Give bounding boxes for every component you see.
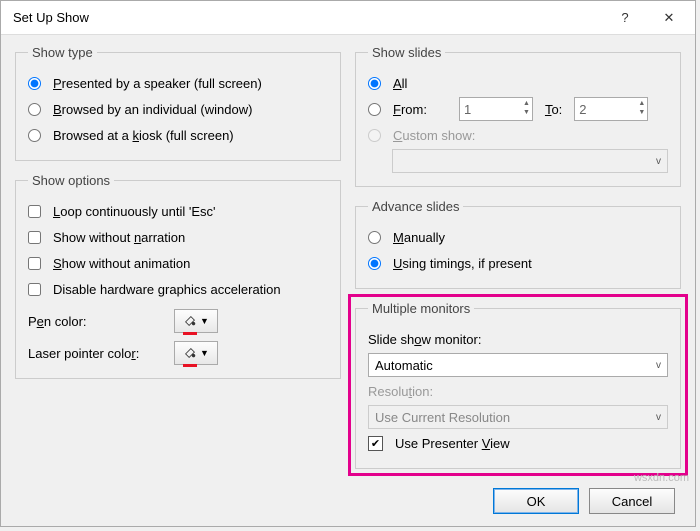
chevron-down-icon: v xyxy=(656,360,661,371)
radio-from-slides[interactable] xyxy=(368,103,381,116)
show-type-legend: Show type xyxy=(28,45,97,60)
show-options-group: Show options Loop continuously until 'Es… xyxy=(15,173,341,379)
titlebar: Set Up Show ? ✕ xyxy=(1,1,695,35)
bucket-icon xyxy=(183,314,197,328)
advance-slides-legend: Advance slides xyxy=(368,199,463,214)
multiple-monitors-legend: Multiple monitors xyxy=(368,301,474,316)
radio-all-slides[interactable] xyxy=(368,77,381,90)
close-icon: ✕ xyxy=(664,10,675,26)
show-options-legend: Show options xyxy=(28,173,114,188)
check-loop[interactable] xyxy=(28,205,41,218)
label-loop: Loop continuously until 'Esc' xyxy=(53,204,216,219)
chevron-down-icon: ▼ xyxy=(200,316,209,326)
show-type-group: Show type Presented by a speaker (full s… xyxy=(15,45,341,161)
spinner-arrows-icon: ▲▼ xyxy=(523,99,530,117)
help-button[interactable]: ? xyxy=(603,3,647,33)
combo-custom-show: v xyxy=(392,149,668,173)
label-laser-color: Laser pointer color: xyxy=(28,346,168,361)
label-slide-show-monitor: Slide show monitor: xyxy=(368,332,481,347)
radio-browsed-kiosk[interactable] xyxy=(28,129,41,142)
label-resolution: Resolution: xyxy=(368,384,433,399)
check-no-animation[interactable] xyxy=(28,257,41,270)
help-icon: ? xyxy=(621,10,628,25)
label-browsed-individual: Browsed by an individual (window) xyxy=(53,102,252,117)
radio-browsed-individual[interactable] xyxy=(28,103,41,116)
chevron-down-icon: ▼ xyxy=(200,348,209,358)
radio-presented-speaker[interactable] xyxy=(28,77,41,90)
chevron-down-icon: v xyxy=(656,156,661,167)
dialog-title: Set Up Show xyxy=(13,10,603,25)
label-to: To: xyxy=(545,102,562,117)
spinner-arrows-icon: ▲▼ xyxy=(638,99,645,117)
spin-to[interactable]: 2▲▼ xyxy=(574,97,648,121)
laser-color-picker[interactable]: ▼ xyxy=(174,341,218,365)
radio-manually[interactable] xyxy=(368,231,381,244)
show-slides-group: Show slides All From: 1▲▼ To: 2▲▼ Custom… xyxy=(355,45,681,187)
check-disable-hw[interactable] xyxy=(28,283,41,296)
label-pen-color: Pen color: xyxy=(28,314,168,329)
label-disable-hw: Disable hardware graphics acceleration xyxy=(53,282,281,297)
multiple-monitors-group: Multiple monitors Slide show monitor: Au… xyxy=(355,301,681,469)
label-using-timings: Using timings, if present xyxy=(393,256,532,271)
radio-using-timings[interactable] xyxy=(368,257,381,270)
ok-button[interactable]: OK xyxy=(493,488,579,514)
combo-slide-show-monitor[interactable]: Automaticv xyxy=(368,353,668,377)
highlight-multiple-monitors: Multiple monitors Slide show monitor: Au… xyxy=(348,294,688,476)
advance-slides-group: Advance slides Manually Using timings, i… xyxy=(355,199,681,289)
radio-custom-show xyxy=(368,129,381,142)
label-no-animation: Show without animation xyxy=(53,256,190,271)
check-presenter-view[interactable]: ✔ xyxy=(368,436,383,451)
combo-resolution: Use Current Resolutionv xyxy=(368,405,668,429)
label-presenter-view: Use Presenter View xyxy=(395,436,510,451)
pen-color-picker[interactable]: ▼ xyxy=(174,309,218,333)
label-from: From: xyxy=(393,102,427,117)
label-no-narration: Show without narration xyxy=(53,230,185,245)
show-slides-legend: Show slides xyxy=(368,45,445,60)
setup-show-dialog: Set Up Show ? ✕ Show type Presented by a… xyxy=(0,0,696,527)
label-manually: Manually xyxy=(393,230,445,245)
label-all-slides: All xyxy=(393,76,407,91)
cancel-button[interactable]: Cancel xyxy=(589,488,675,514)
label-browsed-kiosk: Browsed at a kiosk (full screen) xyxy=(53,128,234,143)
label-presented-speaker: Presented by a speaker (full screen) xyxy=(53,76,262,91)
close-button[interactable]: ✕ xyxy=(647,3,691,33)
spin-from[interactable]: 1▲▼ xyxy=(459,97,533,121)
check-no-narration[interactable] xyxy=(28,231,41,244)
bucket-icon xyxy=(183,346,197,360)
chevron-down-icon: v xyxy=(656,412,661,423)
label-custom-show: Custom show: xyxy=(393,128,475,143)
